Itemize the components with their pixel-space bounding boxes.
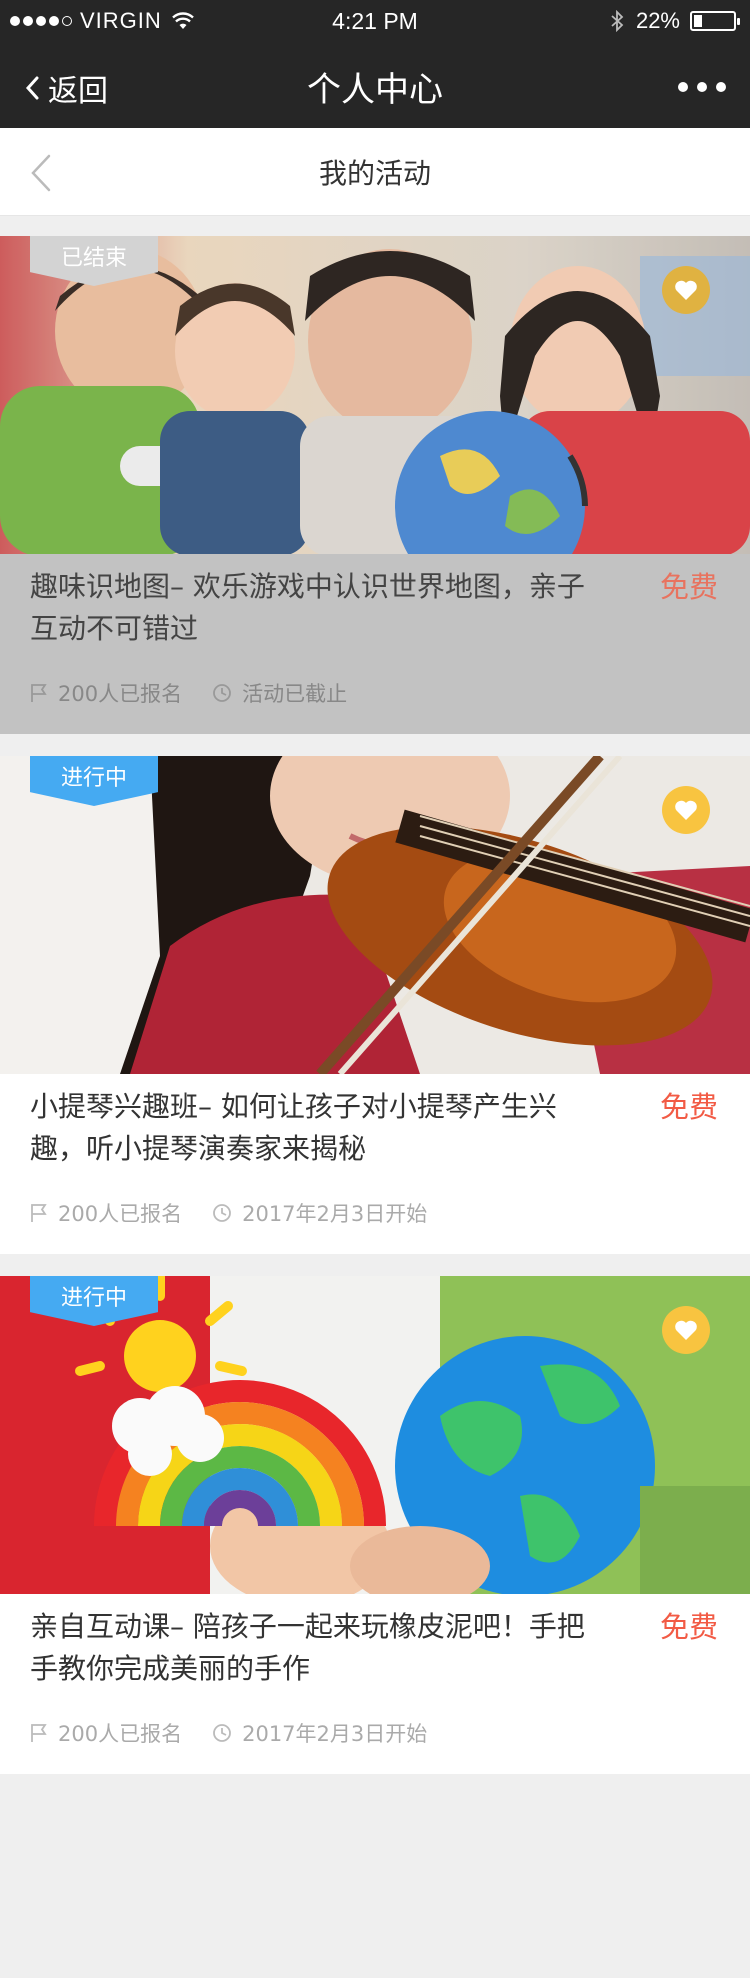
activity-title: 趣味识地图– 欢乐游戏中认识世界地图，亲子互动不可错过 [30, 570, 585, 645]
favorite-button[interactable] [662, 266, 710, 314]
activity-time: 活动已截止 [212, 678, 347, 708]
activity-title: 亲自互动课– 陪孩子一起来玩橡皮泥吧！手把手教你完成美丽的手作 [30, 1610, 585, 1685]
activity-title: 小提琴兴趣班– 如何让孩子对小提琴产生兴趣，听小提琴演奏家来揭秘 [30, 1090, 557, 1165]
page-title: 个人中心 [307, 70, 443, 110]
activity-time-text: 2017年2月3日开始 [242, 1722, 428, 1746]
activity-time-text: 2017年2月3日开始 [242, 1202, 428, 1226]
activity-time: 2017年2月3日开始 [212, 1198, 427, 1228]
heart-icon [675, 280, 697, 300]
activity-price: 免费 [659, 1090, 718, 1124]
favorite-button[interactable] [662, 786, 710, 834]
clock-icon [213, 1204, 231, 1222]
sub-header: 我的活动 [0, 128, 750, 216]
heart-icon [675, 800, 697, 820]
section-title: 我的活动 [318, 157, 431, 190]
activity-price: 免费 [659, 570, 718, 604]
activity-meta: 200人已报名 活动已截止 [30, 678, 377, 708]
activity-time: 2017年2月3日开始 [212, 1718, 427, 1748]
activity-card[interactable]: 已结束 趣味识地图– 欢乐游戏中认识世界地图，亲子互动不可错过 免费 200人已… [0, 236, 750, 734]
signup-count-text: 200人已报名 [58, 1722, 183, 1746]
activity-image [0, 756, 750, 1074]
clock-icon [213, 1724, 231, 1742]
clock-icon [213, 684, 231, 702]
system-indicators: 22% [610, 8, 740, 34]
activity-card[interactable]: 进行中 亲自互动课– 陪孩子一起来玩橡皮泥吧！手把手教你完成美丽的手作 免费 2… [0, 1276, 750, 1774]
signup-count-text: 200人已报名 [58, 682, 183, 706]
signup-count-text: 200人已报名 [58, 1202, 183, 1226]
flag-icon [31, 1724, 47, 1742]
activity-image [0, 1276, 750, 1594]
battery-percent: 22% [635, 8, 680, 33]
activity-time-text: 活动已截止 [242, 682, 348, 706]
activity-image [0, 236, 750, 554]
nav-bar: 返回 个人中心 [0, 44, 750, 128]
signup-count: 200人已报名 [30, 1198, 182, 1228]
activity-meta: 200人已报名 2017年2月3日开始 [30, 1718, 457, 1748]
favorite-button[interactable] [662, 1306, 710, 1354]
bluetooth-icon [611, 10, 624, 32]
activity-meta: 200人已报名 2017年2月3日开始 [30, 1198, 457, 1228]
more-options-button[interactable] [678, 82, 726, 92]
heart-icon [675, 1320, 697, 1340]
status-bar: VIRGIN 4:21 PM 22% [0, 0, 750, 44]
flag-icon [31, 684, 47, 702]
signup-count: 200人已报名 [30, 1718, 182, 1748]
flag-icon [31, 1204, 47, 1222]
activity-price: 免费 [659, 1610, 718, 1644]
battery-icon [690, 11, 740, 31]
activity-card[interactable]: 进行中 小提琴兴趣班– 如何让孩子对小提琴产生兴趣，听小提琴演奏家来揭秘 免费 … [0, 756, 750, 1254]
signup-count: 200人已报名 [30, 678, 182, 708]
